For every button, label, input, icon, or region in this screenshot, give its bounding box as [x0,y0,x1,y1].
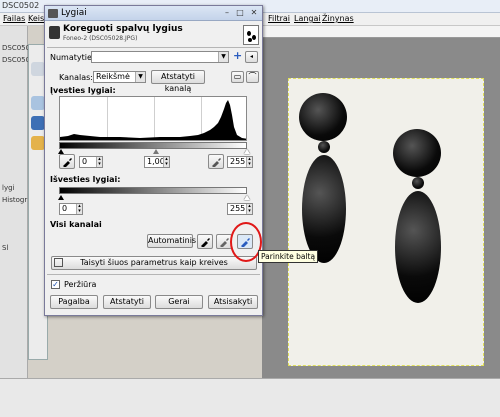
earring-link [412,177,424,189]
stamp-tool-icon[interactable] [31,136,45,150]
black-point-picker[interactable] [59,154,75,169]
output-gradient-bar [59,187,247,194]
log-histogram-icon[interactable]: ⌒ [246,71,259,83]
input-white-value: 255 [230,157,246,166]
output-white-field[interactable]: 255 ▴ ▾ [227,203,253,215]
horizontal-ruler [262,26,500,38]
eyedropper-icon [63,158,72,167]
input-gamma-handle[interactable] [153,149,159,154]
close-icon[interactable]: ✕ [248,8,260,18]
edit-as-curves-label: Taisyti šiuos parametrus kaip kreives [80,258,228,267]
input-gamma-field[interactable]: 1,00 ▴ ▾ [144,156,170,168]
channel-label: Kanalas: [59,73,93,82]
text-tool-icon[interactable] [31,116,45,130]
histogram [59,96,247,141]
input-black-value: 0 [82,157,88,166]
image-thumbnail [243,25,259,45]
output-black-field[interactable]: 0 ▴ ▾ [59,203,83,215]
all-channels-label: Visi kanalai [50,220,102,229]
dialog-app-icon [48,9,58,18]
maximize-icon[interactable]: □ [234,8,246,18]
histogram-curve [60,100,246,140]
auto-button[interactable]: Automatinis [147,234,196,248]
help-button[interactable]: Pagalba [50,295,98,309]
edit-as-curves-button[interactable]: Taisyti šiuos parametrus kaip kreives [51,256,257,270]
separator [47,274,260,275]
channel-value: Reikšmė [96,72,130,81]
tool-icon[interactable] [31,62,45,76]
earring-top-left [299,93,347,141]
earring-link [318,141,330,153]
presets-combo[interactable]: ▼ [91,51,229,63]
gray-point-picker[interactable] [208,154,224,169]
output-white-handle[interactable] [244,195,250,200]
chevron-down-icon: ▼ [218,52,228,62]
separator [47,47,260,48]
earring-drop-right [395,191,441,303]
status-area [0,378,500,417]
zoom-tool-icon[interactable] [31,96,45,110]
menu-windows[interactable]: Langai [294,14,321,23]
eyedropper-icon [220,238,229,247]
dialog-title: Lygiai [61,8,87,18]
tooltip: Parinkite baltą tašką [258,250,318,263]
dialog-header-title: Koreguoti spalvų lygius [63,24,183,34]
cancel-button[interactable]: Atsisakyti [208,295,258,309]
left-dock-label: lygi [2,184,15,192]
eyedropper-icon [201,238,210,247]
left-dock-label: Sl [2,244,9,252]
output-white-value: 255 [230,204,246,213]
output-black-handle[interactable] [58,195,64,200]
input-gradient-bar [59,142,247,149]
eyedropper-icon [212,158,221,167]
input-white-field[interactable]: 255 ▴ ▾ [227,156,253,168]
add-preset-icon[interactable]: + [233,49,242,62]
channel-combo[interactable]: Reikšmė ▼ [93,71,146,83]
input-white-handle[interactable] [244,149,250,154]
dialog-header-subtitle: Foneo-2 (DSC05028.JPG) [63,35,138,42]
gimp-window-title: DSC0502 [2,1,40,10]
curves-icon [54,258,63,267]
menu-file[interactable]: Failas [3,14,25,23]
ok-button[interactable]: Gerai [155,295,203,309]
levels-dialog: Lygiai – □ ✕ Koreguoti spalvų lygius Fon… [44,5,263,316]
preview-checkbox[interactable]: ✓ [51,280,60,289]
preset-menu-icon[interactable]: ◂ [245,51,258,63]
menu-filters[interactable]: Filtrai [268,14,290,23]
input-black-field[interactable]: 0 ▴ ▾ [79,156,103,168]
reset-button[interactable]: Atstatyti [103,295,151,309]
minimize-icon[interactable]: – [221,8,233,18]
preview-label: Peržiūra [64,280,97,289]
earring-top-right [393,129,441,177]
input-levels-label: Įvesties lygiai: [50,86,116,95]
linear-histogram-icon[interactable]: ▭ [231,71,244,83]
output-levels-label: Išvesties lygiai: [50,175,121,184]
levels-icon [49,26,60,39]
earrings-photo [288,78,484,366]
left-dock-label: Histogr [2,196,28,204]
menu-help[interactable]: Žinynas [322,14,354,23]
auto-black-picker[interactable] [197,234,213,249]
dialog-title-bar[interactable]: Lygiai – □ ✕ [45,6,262,21]
chevron-down-icon: ▼ [135,72,145,82]
reset-channel-button[interactable]: Atstatyti kanalą [151,70,205,93]
output-black-value: 0 [62,204,68,213]
earring-drop-left [302,155,346,263]
left-dock: DSC0502 DSC0502 lygi Histogr Sl [0,26,35,378]
